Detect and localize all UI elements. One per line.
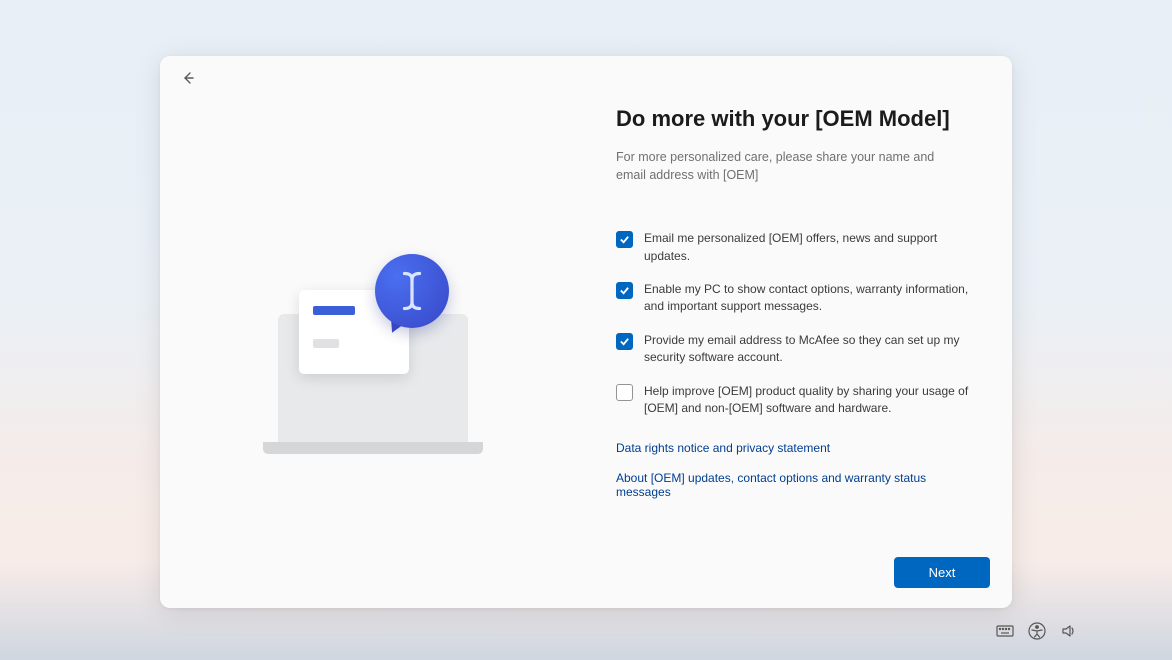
option-label: Email me personalized [OEM] offers, news… <box>644 230 976 265</box>
page-title: Do more with your [OEM Model] <box>616 106 976 132</box>
options-list: Email me personalized [OEM] offers, news… <box>616 230 976 417</box>
volume-icon[interactable] <box>1060 622 1078 640</box>
page-subtitle: For more personalized care, please share… <box>616 148 946 184</box>
option-product-quality: Help improve [OEM] product quality by sh… <box>616 383 976 418</box>
option-email-offers: Email me personalized [OEM] offers, news… <box>616 230 976 265</box>
checkbox-product-quality[interactable] <box>616 384 633 401</box>
checkbox-contact-warranty[interactable] <box>616 282 633 299</box>
checkbox-email-offers[interactable] <box>616 231 633 248</box>
oobe-dialog: Do more with your [OEM Model] For more p… <box>160 56 1012 608</box>
accessibility-icon[interactable] <box>1028 622 1046 640</box>
content-area: Do more with your [OEM Model] For more p… <box>160 56 1012 608</box>
footer-utility-icons <box>996 622 1078 640</box>
illustration-pane <box>160 56 586 608</box>
laptop-illustration <box>263 252 483 462</box>
option-contact-warranty: Enable my PC to show contact options, wa… <box>616 281 976 316</box>
about-link[interactable]: About [OEM] updates, contact options and… <box>616 471 976 499</box>
text-cursor-bubble-icon <box>375 254 449 328</box>
checkbox-mcafee[interactable] <box>616 333 633 350</box>
option-label: Enable my PC to show contact options, wa… <box>644 281 976 316</box>
keyboard-icon[interactable] <box>996 622 1014 640</box>
option-mcafee: Provide my email address to McAfee so th… <box>616 332 976 367</box>
form-pane: Do more with your [OEM Model] For more p… <box>586 56 1012 608</box>
option-label: Help improve [OEM] product quality by sh… <box>644 383 976 418</box>
privacy-link[interactable]: Data rights notice and privacy statement <box>616 441 976 455</box>
next-button[interactable]: Next <box>894 557 990 588</box>
option-label: Provide my email address to McAfee so th… <box>644 332 976 367</box>
